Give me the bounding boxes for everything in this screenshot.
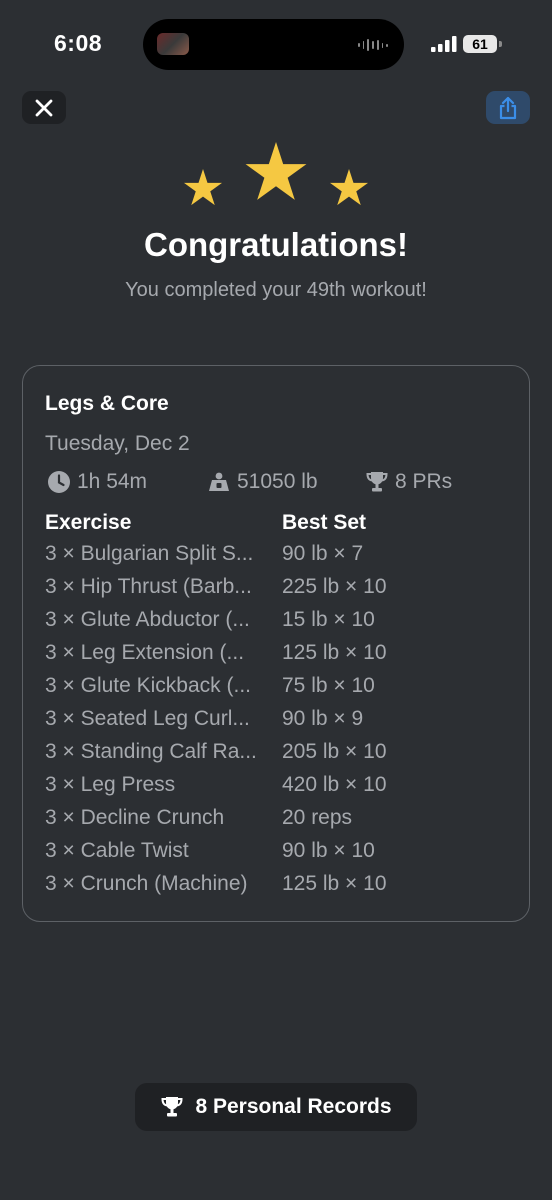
- best-set-value: 90 lb × 9: [282, 707, 364, 730]
- exercise-row: 3 × Decline Crunch 20 reps: [23, 806, 529, 839]
- exercise-name: 3 × Decline Crunch: [45, 806, 225, 829]
- audio-waveform-icon: [358, 39, 389, 51]
- workout-summary-card: Legs & Core Tuesday, Dec 2 1h 54m 51050 …: [22, 365, 530, 922]
- exercise-name: 3 × Cable Twist: [45, 839, 189, 862]
- best-set-column-header: Best Set: [282, 511, 367, 534]
- weight-icon: [209, 472, 229, 491]
- star-icon: [329, 169, 369, 206]
- workout-complete-screen: 6:08 61 Congratulations! You completed y…: [0, 0, 552, 1200]
- workout-date: Tuesday, Dec 2: [45, 432, 190, 455]
- status-time: 6:08: [54, 30, 103, 56]
- best-set-value: 90 lb × 10: [282, 839, 375, 862]
- dynamic-island[interactable]: [143, 19, 404, 70]
- exercise-row: 3 × Glute Abductor (... 15 lb × 10: [23, 608, 529, 641]
- trophy-icon: [161, 1097, 183, 1117]
- battery-indicator: 61: [463, 35, 497, 53]
- exercise-list: 3 × Bulgarian Split S... 90 lb × 7 3 × Hi…: [23, 542, 529, 905]
- exercise-row: 3 × Crunch (Machine) 125 lb × 10: [23, 872, 529, 905]
- close-button[interactable]: [22, 91, 66, 124]
- exercise-name: 3 × Glute Kickback (...: [45, 674, 252, 697]
- exercise-name: 3 × Crunch (Machine): [45, 872, 248, 895]
- congrats-title: Congratulations!: [144, 226, 408, 263]
- personal-records-label: 8 Personal Records: [195, 1095, 392, 1118]
- best-set-value: 420 lb × 10: [282, 773, 387, 796]
- best-set-value: 20 reps: [282, 806, 353, 829]
- volume-value: 51050 lb: [237, 470, 318, 493]
- exercise-row: 3 × Standing Calf Ra... 205 lb × 10: [23, 740, 529, 773]
- share-button[interactable]: [486, 91, 530, 124]
- exercise-row: 3 × Leg Extension (... 125 lb × 10: [23, 641, 529, 674]
- exercise-name: 3 × Seated Leg Curl...: [45, 707, 250, 730]
- exercise-name: 3 × Leg Extension (...: [45, 641, 245, 664]
- best-set-value: 75 lb × 10: [282, 674, 375, 697]
- share-icon: [499, 96, 517, 119]
- exercise-row: 3 × Bulgarian Split S... 90 lb × 7: [23, 542, 529, 575]
- best-set-value: 125 lb × 10: [282, 872, 387, 895]
- exercise-name: 3 × Bulgarian Split S...: [45, 542, 254, 565]
- exercise-row: 3 × Hip Thrust (Barb... 225 lb × 10: [23, 575, 529, 608]
- now-playing-thumbnail: [157, 33, 189, 55]
- duration-value: 1h 54m: [77, 470, 148, 493]
- prs-stat: 8 PRs: [365, 470, 452, 494]
- close-icon: [35, 99, 53, 116]
- volume-stat: 51050 lb: [207, 470, 318, 494]
- star-icon: [183, 169, 223, 206]
- trophy-icon: [366, 472, 388, 492]
- workout-name: Legs & Core: [45, 392, 169, 415]
- exercise-name: 3 × Leg Press: [45, 773, 176, 796]
- exercise-name: 3 × Standing Calf Ra...: [45, 740, 257, 763]
- exercise-row: 3 × Cable Twist 90 lb × 10: [23, 839, 529, 872]
- exercise-row: 3 × Seated Leg Curl... 90 lb × 9: [23, 707, 529, 740]
- duration-stat: 1h 54m: [47, 470, 147, 494]
- prs-value: 8 PRs: [395, 470, 453, 493]
- stars-graphic: [183, 142, 369, 206]
- best-set-value: 225 lb × 10: [282, 575, 387, 598]
- best-set-value: 15 lb × 10: [282, 608, 375, 631]
- clock-icon: [48, 471, 70, 493]
- exercise-name: 3 × Glute Abductor (...: [45, 608, 250, 631]
- star-icon: [245, 142, 307, 200]
- exercise-row: 3 × Glute Kickback (... 75 lb × 10: [23, 674, 529, 707]
- cellular-signal-icon: [431, 36, 457, 52]
- exercise-row: 3 × Leg Press 420 lb × 10: [23, 773, 529, 806]
- congrats-subtitle: You completed your 49th workout!: [125, 279, 427, 301]
- exercise-name: 3 × Hip Thrust (Barb...: [45, 575, 252, 598]
- battery-cap: [499, 41, 502, 47]
- exercise-column-header: Exercise: [45, 511, 132, 534]
- personal-records-button[interactable]: 8 Personal Records: [135, 1083, 417, 1131]
- best-set-value: 125 lb × 10: [282, 641, 387, 664]
- best-set-value: 90 lb × 7: [282, 542, 364, 565]
- best-set-value: 205 lb × 10: [282, 740, 387, 763]
